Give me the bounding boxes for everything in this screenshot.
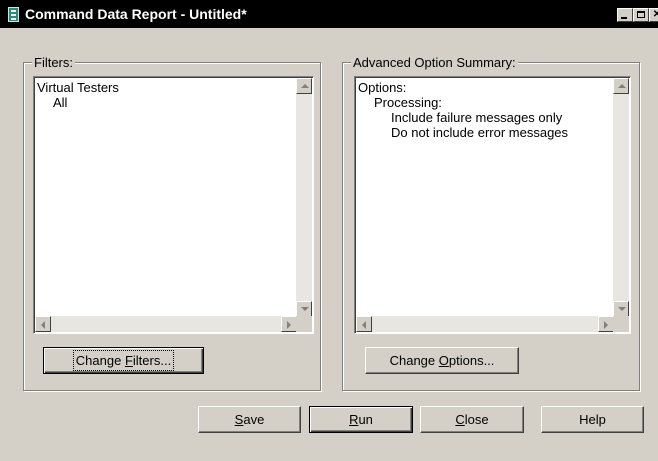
arrow-down-icon (301, 307, 309, 311)
filters-listbox[interactable]: Virtual Testers All (33, 76, 314, 334)
scroll-left-button[interactable] (35, 316, 51, 332)
scroll-down-button[interactable] (613, 301, 629, 317)
change-options-button[interactable]: Change Options... (365, 347, 519, 374)
arrow-up-icon (618, 84, 626, 88)
options-lines: Options: Processing: Include failure mes… (358, 80, 568, 140)
minimize-button[interactable] (617, 8, 633, 22)
filters-horizontal-scrollbar[interactable] (35, 316, 297, 332)
scroll-right-button[interactable] (281, 316, 297, 332)
arrow-down-icon (618, 307, 626, 311)
arrow-left-icon (362, 321, 366, 329)
scroll-up-button[interactable] (613, 78, 629, 94)
title-bar[interactable]: Command Data Report - Untitled* ✕ (0, 0, 658, 28)
option-line: Options: (358, 80, 407, 95)
scroll-down-button[interactable] (296, 301, 312, 317)
close-button[interactable]: Close (420, 406, 524, 433)
maximize-button[interactable] (633, 8, 649, 22)
arrow-right-icon (604, 321, 608, 329)
run-button[interactable]: Run (309, 406, 413, 433)
scroll-left-button[interactable] (356, 316, 372, 332)
filters-vertical-scrollbar[interactable] (296, 78, 312, 317)
save-button[interactable]: Save (198, 406, 301, 433)
option-line: Do not include error messages (391, 125, 569, 140)
scroll-right-button[interactable] (598, 316, 614, 332)
options-group: Advanced Option Summary: Options: Proces… (342, 55, 640, 391)
scroll-corner (613, 316, 629, 332)
filter-line: All (53, 95, 68, 110)
filter-line: Virtual Testers (37, 80, 119, 95)
arrow-right-icon (287, 321, 291, 329)
option-line: Include failure messages only (391, 110, 563, 125)
option-line: Processing: (374, 95, 442, 110)
filters-label: Filters: (32, 55, 75, 70)
options-horizontal-scrollbar[interactable] (356, 316, 614, 332)
help-button[interactable]: Help (541, 406, 644, 433)
dialog-window: Command Data Report - Untitled* ✕ Filter… (0, 0, 658, 461)
window-title: Command Data Report - Untitled* (25, 6, 247, 22)
arrow-left-icon (41, 321, 45, 329)
close-window-button[interactable]: ✕ (649, 8, 658, 22)
options-listbox[interactable]: Options: Processing: Include failure mes… (354, 76, 631, 334)
scroll-corner (296, 316, 312, 332)
options-vertical-scrollbar[interactable] (613, 78, 629, 317)
minimize-icon (621, 17, 627, 19)
maximize-icon (637, 11, 645, 18)
arrow-up-icon (301, 84, 309, 88)
scroll-up-button[interactable] (296, 78, 312, 94)
close-icon: ✕ (652, 9, 658, 20)
change-filters-button[interactable]: Change Filters... (43, 347, 204, 374)
options-label: Advanced Option Summary: (351, 55, 518, 70)
filters-lines: Virtual Testers All (37, 80, 119, 110)
filters-group: Filters: Virtual Testers All Change Filt… (23, 55, 321, 391)
app-icon (8, 7, 19, 22)
